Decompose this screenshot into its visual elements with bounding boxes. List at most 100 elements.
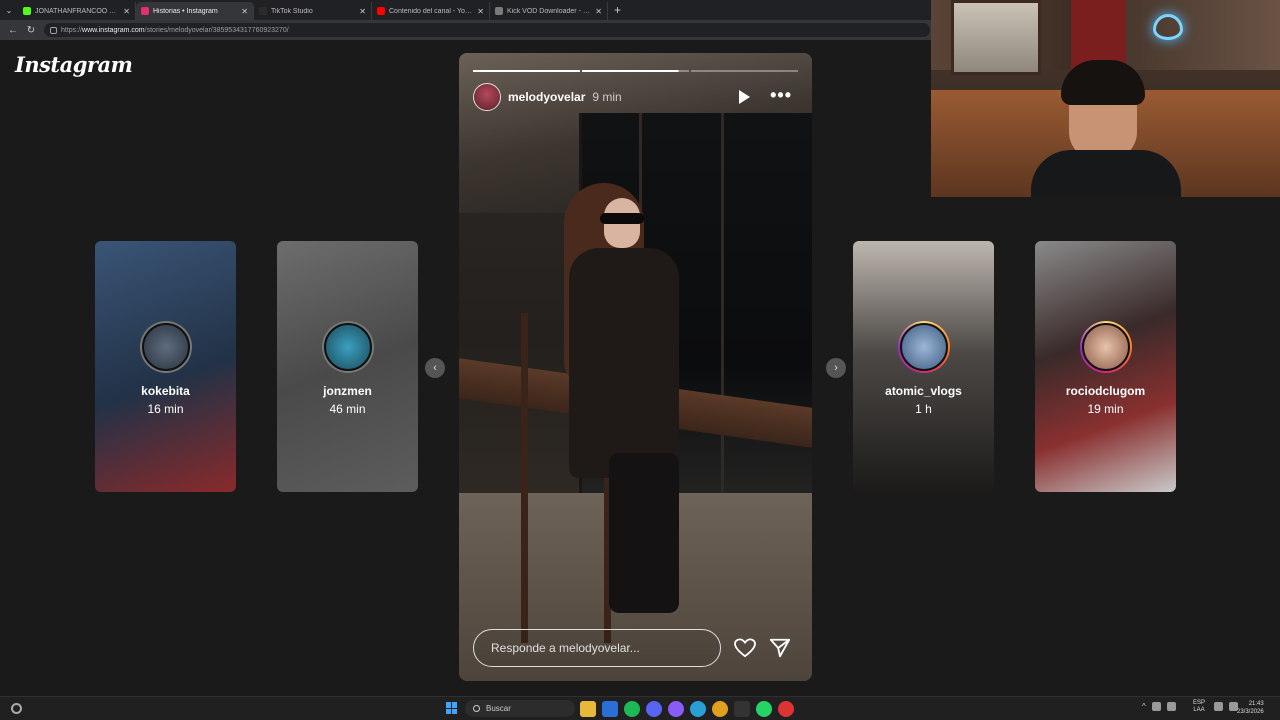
tab-youtube-studio[interactable]: Contenido del canal - YouTube St ✕ <box>372 2 490 20</box>
media-app-icon[interactable] <box>602 701 618 717</box>
story-time: 16 min <box>147 402 184 416</box>
obs-icon[interactable] <box>778 701 794 717</box>
taskbar-clock[interactable]: 21:43 23/3/2026 <box>1237 700 1264 716</box>
file-explorer-icon[interactable] <box>580 701 596 717</box>
network-icon[interactable] <box>1151 702 1161 711</box>
avatar <box>899 323 948 371</box>
tab-kick-vod-downloader[interactable]: Kick VOD Downloader - Stream V ✕ <box>490 2 608 20</box>
story-avatar-ring <box>321 321 374 373</box>
windows-taskbar: Buscar ^ ESP LAA 21:43 23/3/2026 <box>0 696 1280 720</box>
discord-icon[interactable] <box>646 701 662 717</box>
send-icon[interactable] <box>769 637 791 659</box>
status-icons <box>1214 702 1238 711</box>
edge-icon[interactable] <box>690 701 706 717</box>
story-preview-atomic-vlogs[interactable]: atomic_vlogs 1 h <box>853 241 994 492</box>
language-indicator[interactable]: ESP LAA <box>1193 700 1205 714</box>
story-avatar-ring <box>897 321 950 373</box>
start-button[interactable] <box>446 702 458 714</box>
story-photo-person-body <box>569 248 679 478</box>
tiktok-favicon-icon <box>259 7 267 15</box>
chevron-up-icon[interactable]: ^ <box>1142 702 1146 711</box>
story-username[interactable]: melodyovelar <box>508 90 585 104</box>
progress-segment <box>691 70 798 72</box>
story-header: melodyovelar 9 min ••• <box>473 83 798 111</box>
keyboard-layout: LAA <box>1193 707 1205 713</box>
mic-icon[interactable] <box>1166 702 1176 711</box>
avatar <box>1081 323 1130 371</box>
play-icon[interactable] <box>739 90 750 104</box>
tab-search-icon[interactable]: ⌄ <box>0 0 18 20</box>
active-story[interactable]: melodyovelar 9 min ••• Responde a melody… <box>459 53 812 681</box>
clock-time: 21:43 <box>1248 701 1264 707</box>
story-preview-rociodclugom[interactable]: rociodclugom 19 min <box>1035 241 1176 492</box>
story-preview-kokebita[interactable]: kokebita 16 min <box>95 241 236 492</box>
story-progress-bar <box>473 70 798 72</box>
kick-favicon-icon <box>23 7 31 15</box>
story-preview-jonzmen[interactable]: jonzmen 46 min <box>277 241 418 492</box>
url-path: /stories/melodyovelar/385953431776092327… <box>144 26 289 34</box>
avatar <box>323 323 372 371</box>
back-arrow-icon[interactable]: ← <box>4 25 22 36</box>
close-icon[interactable]: ✕ <box>123 7 130 16</box>
tab-title: JONATHANFRANCOO Stream - W <box>35 7 119 15</box>
story-time: 46 min <box>329 402 366 416</box>
streamer-body <box>1031 150 1181 197</box>
close-icon[interactable]: ✕ <box>359 7 366 16</box>
story-username: kokebita <box>141 384 190 398</box>
webcam-window <box>951 0 1041 75</box>
screen: ⌄ JONATHANFRANCOO Stream - W ✕ Historias… <box>0 0 1280 720</box>
reply-input[interactable]: Responde a melodyovelar... <box>473 629 721 667</box>
widgets-icon[interactable] <box>11 703 22 714</box>
capcut-icon[interactable] <box>734 701 750 717</box>
next-story-button[interactable]: › <box>826 358 846 378</box>
downloader-favicon-icon <box>495 7 503 15</box>
story-username: rociodclugom <box>1065 384 1146 398</box>
previous-story-button[interactable]: ‹ <box>425 358 445 378</box>
story-photo-window-frame <box>721 113 724 533</box>
new-tab-button[interactable]: + <box>614 3 621 17</box>
heart-icon[interactable] <box>734 638 756 658</box>
story-photo-person-legs <box>609 453 679 613</box>
whatsapp-icon[interactable] <box>756 701 772 717</box>
wifi-icon[interactable] <box>1214 702 1223 711</box>
avatar <box>141 323 190 371</box>
tab-title: TikTok Studio <box>271 7 313 15</box>
url-field[interactable]: https://www.instagram.com/stories/melody… <box>44 23 930 37</box>
language-code: ESP <box>1193 700 1206 706</box>
webcam-overlay <box>931 0 1280 197</box>
instagram-logo[interactable]: Instagram <box>15 52 133 77</box>
url-host: www.instagram.com <box>82 26 145 34</box>
taskbar-search-label: Buscar <box>486 704 511 713</box>
spotify-icon[interactable] <box>624 701 640 717</box>
clock-date: 23/3/2026 <box>1237 709 1264 715</box>
story-time: 1 h <box>915 402 932 416</box>
url-prefix: https:// <box>61 26 83 34</box>
close-icon[interactable]: ✕ <box>477 7 484 16</box>
reload-icon[interactable]: ↻ <box>22 25 40 36</box>
story-time: 9 min <box>592 90 622 104</box>
avatar[interactable] <box>473 83 501 111</box>
taskbar-search[interactable]: Buscar <box>465 700 575 717</box>
neon-light-icon <box>1153 14 1183 40</box>
chrome-icon[interactable] <box>712 701 728 717</box>
close-icon[interactable]: ✕ <box>241 7 248 16</box>
close-icon[interactable]: ✕ <box>595 7 602 16</box>
instagram-favicon-icon <box>141 7 149 15</box>
taskbar-apps <box>580 701 794 717</box>
story-avatar-ring <box>139 321 192 373</box>
tab-title: Kick VOD Downloader - Stream V <box>507 7 592 15</box>
tab-title: Historias • Instagram <box>153 7 218 15</box>
progress-segment <box>473 70 580 72</box>
tab-kick-stream[interactable]: JONATHANFRANCOO Stream - W ✕ <box>18 2 136 20</box>
more-options-icon[interactable]: ••• <box>770 86 792 104</box>
progress-segment <box>582 70 689 72</box>
tab-instagram-stories[interactable]: Historias • Instagram ✕ <box>136 2 254 20</box>
tab-tiktok-studio[interactable]: TikTok Studio ✕ <box>254 2 372 20</box>
story-photo-sunglasses <box>600 213 644 224</box>
story-avatar-ring <box>1079 321 1132 373</box>
story-time: 19 min <box>1087 402 1124 416</box>
site-info-icon[interactable] <box>50 26 57 34</box>
story-username: jonzmen <box>323 384 372 398</box>
app-icon[interactable] <box>668 701 684 717</box>
youtube-favicon-icon <box>377 7 385 15</box>
